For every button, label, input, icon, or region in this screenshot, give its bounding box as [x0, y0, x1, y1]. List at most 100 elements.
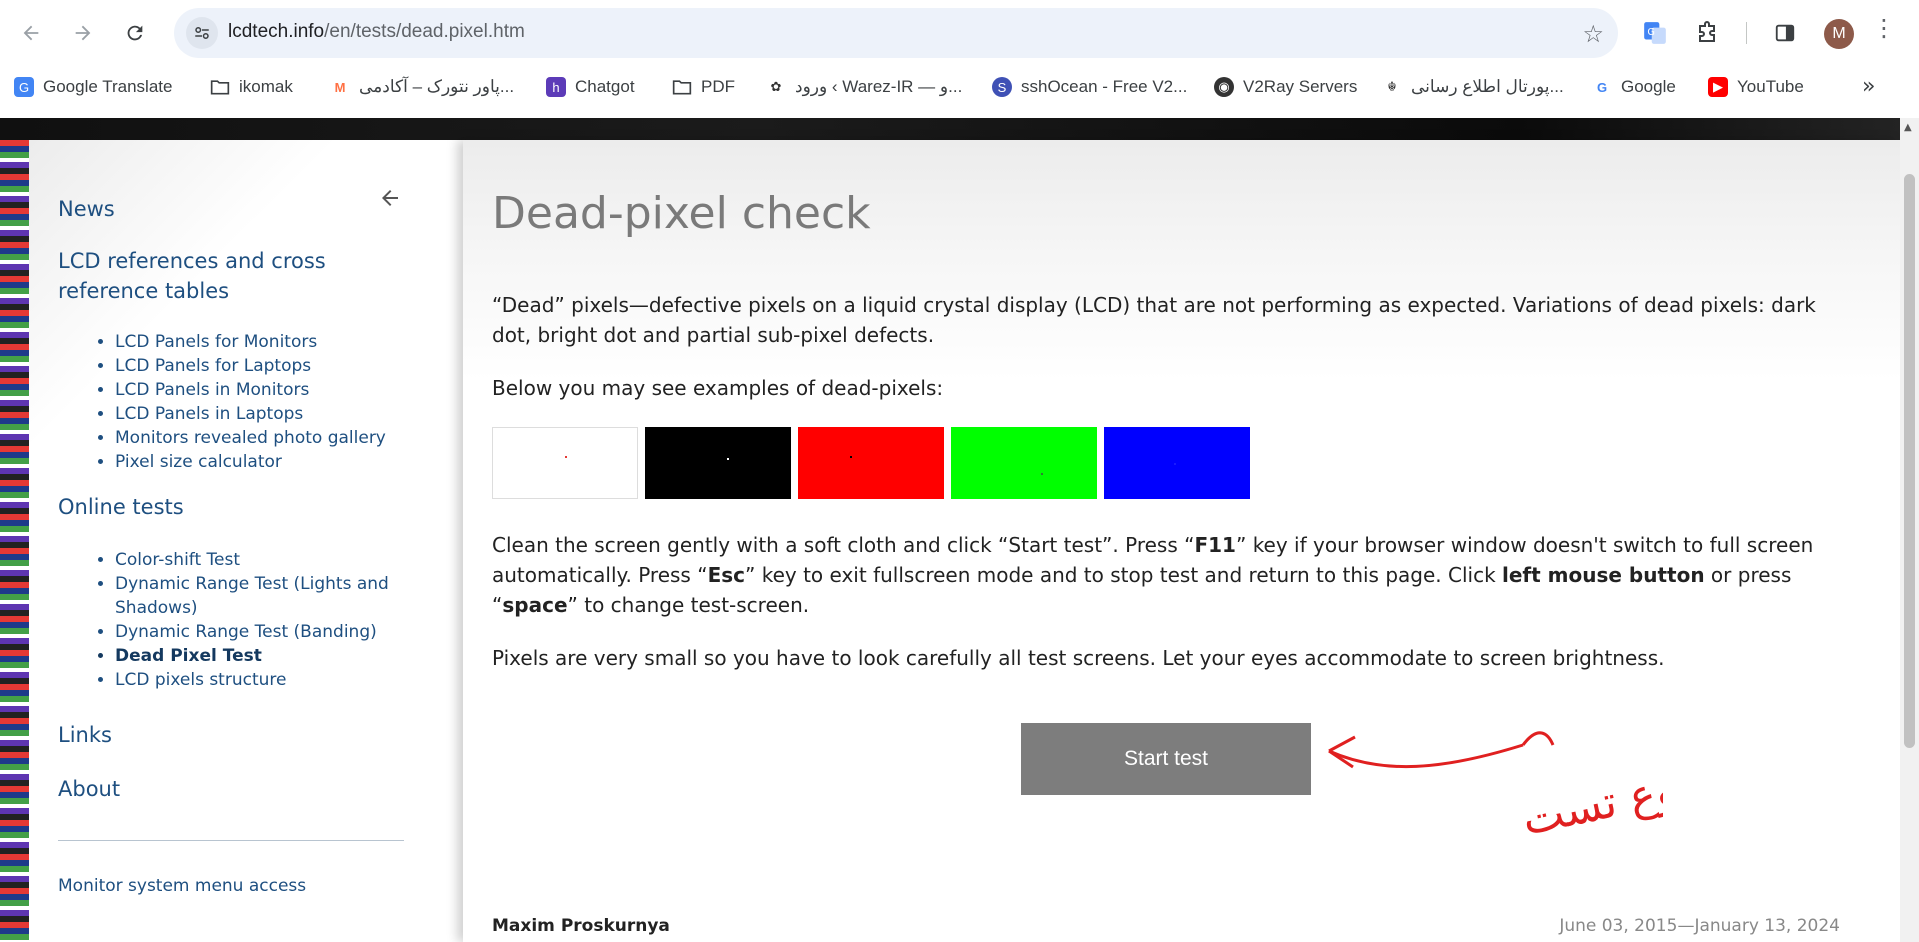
swatch-red [798, 427, 944, 499]
pixels-note: Pixels are very small so you have to loo… [492, 646, 1665, 670]
left-mouse-button-text: left mouse button [1502, 563, 1705, 587]
bookmark-label: Google [1621, 77, 1676, 96]
bookmark-power-network[interactable]: M پاور نتورک – آکادمی... [330, 74, 514, 100]
annotation-text: شروع تست [1518, 751, 1663, 846]
sidebar-item-lcd-pixels-structure[interactable]: LCD pixels structure [115, 668, 395, 692]
bookmark-chatgot[interactable]: h Chatgot [546, 74, 635, 100]
start-test-button[interactable]: Start test [1021, 723, 1311, 795]
bookmark-label: ورود ‹ Warez-IR — و... [795, 77, 963, 96]
page-scrollbar[interactable]: ▲ [1900, 118, 1919, 942]
youtube-icon: ▶ [1708, 77, 1728, 97]
scroll-thumb[interactable] [1904, 174, 1915, 748]
sidebar: News LCD references and cross reference … [29, 140, 463, 942]
sidebar-monitor-menu-link[interactable]: Monitor system menu access [58, 876, 306, 896]
sidebar-item-monitors-gallery[interactable]: Monitors revealed photo gallery [115, 426, 405, 450]
scroll-up-icon[interactable]: ▲ [1904, 122, 1912, 133]
bookmark-label: Chatgot [575, 77, 635, 96]
bookmark-google[interactable]: G Google [1592, 74, 1676, 100]
site-info-icon[interactable] [186, 17, 218, 49]
back-icon[interactable] [12, 14, 50, 52]
sidebar-online-tests-link[interactable]: Online tests [58, 492, 184, 522]
handwritten-annotation: شروع تست [1323, 715, 1741, 869]
defect-pixel [565, 456, 567, 458]
sidebar-item-color-shift-test[interactable]: Color-shift Test [115, 548, 395, 572]
bookmark-ikomak[interactable]: ikomak [210, 74, 293, 100]
toolbar-divider [1746, 22, 1747, 44]
page-title: Dead-pixel check [492, 188, 871, 239]
instructions-text: Clean the screen gently with a soft clot… [492, 533, 1195, 557]
url-path: /en/tests/dead.pixel.htm [324, 21, 525, 42]
google-translate-extension-icon[interactable]: G [1638, 16, 1672, 50]
sidebar-item-lcd-panels-in-monitors[interactable]: LCD Panels in Monitors [115, 378, 405, 402]
bookmark-warez[interactable]: ✿ ورود ‹ Warez-IR — و... [766, 74, 963, 100]
sidebar-news-link[interactable]: News [58, 194, 115, 224]
swatch-black [645, 427, 791, 499]
bookmark-label: Google Translate [43, 77, 173, 96]
bookmark-star-icon[interactable]: ☆ [1582, 20, 1604, 48]
bookmark-portal[interactable]: ☬ پورتال اطلاع رسانی... [1382, 74, 1563, 100]
sidebar-item-dynamic-range-banding[interactable]: Dynamic Range Test (Banding) [115, 620, 395, 644]
examples-label: Below you may see examples of dead-pixel… [492, 376, 944, 400]
url-host: lcdtech.info [228, 21, 325, 42]
sidebar-item-pixel-size-calculator[interactable]: Pixel size calculator [115, 450, 405, 474]
header-strip [0, 118, 1900, 140]
defect-pixel [1174, 463, 1176, 465]
bookmark-v2ray[interactable]: ◉ V2Ray Servers [1214, 74, 1357, 100]
svg-text:G: G [1647, 27, 1655, 38]
browser-toolbar: lcdtech.info/en/tests/dead.pixel.htm ☆ G… [0, 0, 1919, 118]
swatch-green [951, 427, 1097, 499]
chrome-menu-icon[interactable]: ⋮ [1872, 14, 1896, 42]
sidebar-item-lcd-panels-for-laptops[interactable]: LCD Panels for Laptops [115, 354, 405, 378]
bookmark-label: sshOcean - Free V2... [1021, 77, 1188, 96]
chatgot-icon: h [546, 77, 566, 97]
extensions-puzzle-icon[interactable] [1690, 16, 1724, 50]
sshocean-icon: S [992, 77, 1012, 97]
back-arrow-icon[interactable] [378, 184, 402, 217]
sidebar-lcd-references-link[interactable]: LCD references and cross reference table… [58, 246, 418, 306]
sidebar-about-link[interactable]: About [58, 774, 120, 804]
warez-icon: ✿ [770, 79, 782, 94]
instructions-paragraph: Clean the screen gently with a soft clot… [492, 530, 1832, 620]
lcd-reference-list: LCD Panels for Monitors LCD Panels for L… [87, 330, 405, 474]
swatch-blue [1104, 427, 1250, 499]
bookmark-sshocean[interactable]: SsshOcean - Free V2... [992, 74, 1187, 100]
bookmark-youtube[interactable]: ▶ YouTube [1708, 74, 1804, 100]
bookmark-label: PDF [701, 77, 735, 96]
side-panel-icon[interactable] [1768, 16, 1802, 50]
bookmark-pdf[interactable]: PDF [672, 74, 735, 100]
red-arrow-icon: شروع تست [1328, 731, 1741, 846]
sidebar-item-lcd-panels-for-monitors[interactable]: LCD Panels for Monitors [115, 330, 405, 354]
publish-dates: June 03, 2015—January 13, 2024 [1559, 916, 1840, 936]
defect-pixel [1041, 473, 1043, 475]
author-name: Maxim Proskurnya [492, 916, 670, 936]
sidebar-item-lcd-panels-in-laptops[interactable]: LCD Panels in Laptops [115, 402, 405, 426]
key-space: space [502, 593, 568, 617]
folder-icon [672, 77, 692, 97]
power-network-icon: M [334, 79, 346, 95]
profile-avatar[interactable]: M [1824, 19, 1854, 49]
forward-icon[interactable] [64, 14, 102, 52]
reload-icon[interactable] [116, 14, 154, 52]
defect-pixel [850, 456, 852, 458]
sidebar-item-dead-pixel-test[interactable]: Dead Pixel Test [115, 644, 395, 668]
instructions-text: ” to change test-screen. [567, 593, 810, 617]
sidebar-links-link[interactable]: Links [58, 720, 112, 750]
bookmark-label: ikomak [239, 77, 293, 96]
url-text: lcdtech.info/en/tests/dead.pixel.htm [228, 21, 525, 43]
key-f11: F11 [1194, 533, 1236, 557]
globe-icon: ◉ [1214, 77, 1234, 97]
emblem-icon: ☬ [1387, 79, 1397, 94]
sidebar-divider [58, 840, 404, 841]
bookmark-label: پاور نتورک – آکادمی... [359, 77, 515, 96]
address-bar[interactable]: lcdtech.info/en/tests/dead.pixel.htm ☆ [174, 8, 1618, 58]
bookmark-label: YouTube [1737, 77, 1804, 96]
bookmarks-bar: G Google Translate ikomak M پاور نتورک – آ… [0, 70, 1919, 104]
key-esc: Esc [707, 563, 745, 587]
bookmark-google-translate[interactable]: G Google Translate [14, 74, 172, 100]
google-icon: G [1596, 79, 1608, 95]
defect-pixel [727, 458, 729, 460]
instructions-text: ” key to exit fullscreen mode and to sto… [745, 563, 1503, 587]
main-content: Dead-pixel check “Dead” pixels—defective… [463, 140, 1900, 942]
sidebar-item-dynamic-range-lights[interactable]: Dynamic Range Test (Lights and Shadows) [115, 572, 395, 620]
bookmarks-overflow-icon[interactable]: » [1862, 74, 1875, 99]
